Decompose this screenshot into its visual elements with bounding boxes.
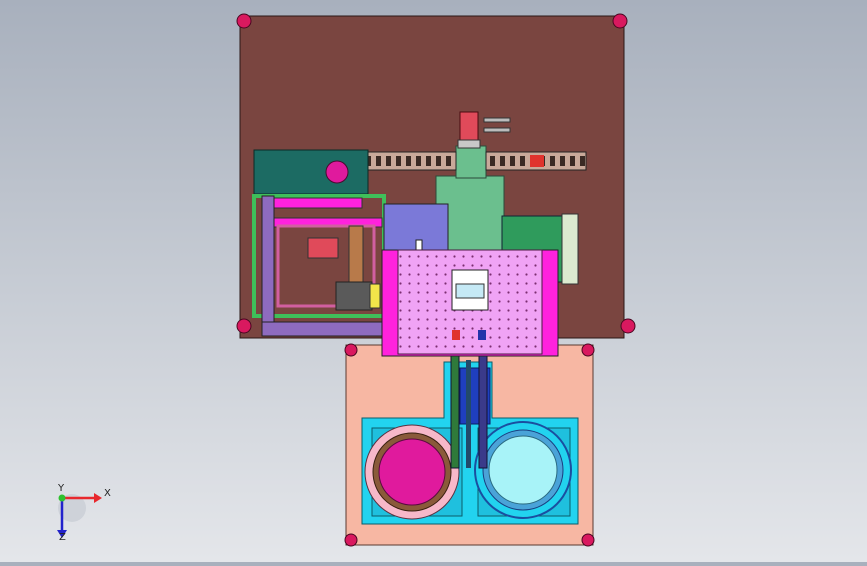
chain-link — [510, 156, 515, 166]
x-axis-label: X — [104, 488, 111, 499]
y-axis-label: Y — [57, 483, 65, 494]
chain-link — [426, 156, 431, 166]
housing-foot — [581, 533, 595, 547]
magenta-knob — [325, 160, 349, 184]
chain-link — [550, 156, 555, 166]
gripper-jaw — [455, 283, 485, 299]
chain-link — [396, 156, 401, 166]
rod-green — [450, 339, 460, 469]
brown-post — [348, 225, 364, 283]
housing-foot — [581, 343, 595, 357]
gear-motor-flange — [369, 283, 381, 309]
sensor-lead — [483, 127, 511, 133]
frame-rail — [269, 197, 363, 209]
green-block-top — [455, 145, 487, 179]
chain-link — [376, 156, 381, 166]
chain-link — [406, 156, 411, 166]
cad-viewport[interactable]: X Y Z — [0, 0, 867, 562]
corner-foot — [620, 318, 636, 334]
small-motor — [307, 237, 339, 259]
purple-post — [261, 195, 275, 337]
magenta-disc — [378, 438, 446, 506]
x-axis-arrowhead — [94, 493, 102, 503]
rod-blue — [478, 339, 488, 469]
y-axis-dot — [58, 494, 66, 502]
rod-dark — [466, 360, 471, 468]
corner-foot — [236, 318, 252, 334]
gripper-tip-blue — [478, 330, 486, 340]
chain-marker — [530, 155, 544, 167]
assembly-drawing: X Y Z — [57, 13, 636, 547]
chain-link — [490, 156, 495, 166]
chain-link — [446, 156, 451, 166]
chain-link — [500, 156, 505, 166]
corner-foot — [612, 13, 628, 29]
gripper-tip-red — [452, 330, 460, 340]
cyan-disc — [488, 435, 558, 505]
sensor-lead — [483, 117, 511, 123]
chain-link — [580, 156, 585, 166]
housing-foot — [344, 533, 358, 547]
corner-foot — [236, 13, 252, 29]
chain-link — [416, 156, 421, 166]
gear-motor — [335, 281, 373, 311]
top-motor — [459, 111, 479, 143]
chain-link — [570, 156, 575, 166]
chain-link — [386, 156, 391, 166]
axes-triad: X Y Z — [57, 483, 111, 543]
chain-link — [436, 156, 441, 166]
teal-motor-housing — [253, 149, 369, 195]
z-axis-label: Z — [59, 532, 66, 543]
mounting-plate — [561, 213, 579, 285]
top-motor-cap — [457, 139, 481, 149]
chain-link — [560, 156, 565, 166]
chain-link — [520, 156, 525, 166]
housing-foot — [344, 343, 358, 357]
